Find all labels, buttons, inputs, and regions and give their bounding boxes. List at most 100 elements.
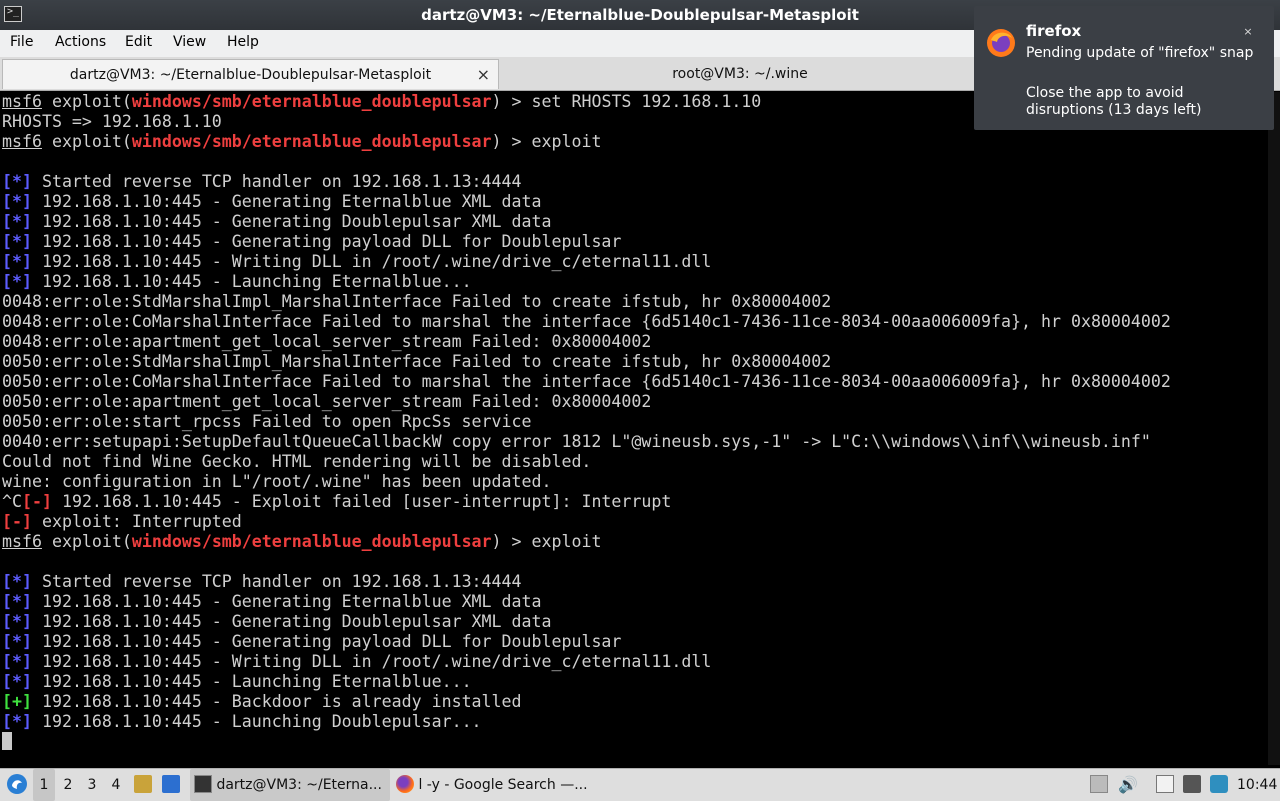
terminal-line: ^C[-] 192.168.1.10:445 - Exploit failed … <box>2 492 1270 512</box>
output-text: 192.168.1.10:445 - Backdoor is already i… <box>31 692 522 711</box>
output-text: 192.168.1.10:445 - Writing DLL in /root/… <box>31 652 712 671</box>
task-terminal[interactable]: dartz@VM3: ~/Eterna... <box>190 769 390 801</box>
terminal-line: 0048:err:ole:StdMarshalImpl_MarshalInter… <box>2 292 1270 312</box>
terminal-line: [*] 192.168.1.10:445 - Writing DLL in /r… <box>2 652 1270 672</box>
workspace-1[interactable]: 1 <box>33 769 55 801</box>
output-text: RHOSTS => 192.168.1.10 <box>2 112 222 131</box>
interrupt-marker: ^C <box>2 492 22 511</box>
output-text: Started reverse TCP handler on 192.168.1… <box>31 172 522 191</box>
update-notifier-icon[interactable] <box>1210 769 1228 801</box>
output-text: Started reverse TCP handler on 192.168.1… <box>31 572 522 591</box>
output-text: 0050:err:ole:apartment_get_local_server_… <box>2 392 652 411</box>
status-tag-info: [*] <box>2 652 32 671</box>
terminal-line: [*] 192.168.1.10:445 - Launching Doublep… <box>2 712 1270 732</box>
terminal-line: [*] 192.168.1.10:445 - Generating Double… <box>2 612 1270 632</box>
task-terminal-label: dartz@VM3: ~/Eterna... <box>216 777 382 793</box>
status-tag-info: [*] <box>2 172 32 191</box>
output-text: 0048:err:ole:CoMarshalInterface Failed t… <box>2 312 1171 331</box>
tab-label: dartz@VM3: ~/Eternalblue-Doublepulsar-Me… <box>69 67 432 83</box>
notification-popup[interactable]: firefox × Pending update of "firefox" sn… <box>974 6 1274 130</box>
terminal-line: [*] Started reverse TCP handler on 192.1… <box>2 172 1270 192</box>
prompt-prefix: msf6 <box>2 92 42 111</box>
terminal-cursor <box>2 732 12 750</box>
workspace-3[interactable]: 3 <box>81 769 103 801</box>
terminal-line: 0050:err:ole:StdMarshalImpl_MarshalInter… <box>2 352 1270 372</box>
output-text: 192.168.1.10:445 - Generating Doublepuls… <box>31 212 552 231</box>
terminal-line: 0040:err:setupapi:SetupDefaultQueueCallb… <box>2 432 1270 452</box>
prompt-module: windows/smb/eternalblue_doublepulsar <box>131 92 492 111</box>
terminal-line: [*] 192.168.1.10:445 - Generating payloa… <box>2 632 1270 652</box>
terminal-line: 0050:err:ole:CoMarshalInterface Failed t… <box>2 372 1270 392</box>
output-text: 192.168.1.10:445 - Launching Eternalblue… <box>31 672 472 691</box>
menu-edit[interactable]: Edit <box>125 34 152 50</box>
volume-icon[interactable]: 🔊 <box>1118 769 1138 801</box>
terminal-line: [*] 192.168.1.10:445 - Generating Eterna… <box>2 192 1270 212</box>
terminal-line: [*] 192.168.1.10:445 - Generating payloa… <box>2 232 1270 252</box>
status-tag-info: [*] <box>2 712 32 731</box>
network-icon[interactable] <box>1183 769 1201 801</box>
terminal-line: [*] 192.168.1.10:445 - Launching Eternal… <box>2 272 1270 292</box>
firefox-icon <box>396 774 414 793</box>
output-text: 0040:err:setupapi:SetupDefaultQueueCallb… <box>2 432 1151 451</box>
status-tag-info: [*] <box>2 272 32 291</box>
status-tag-info: [*] <box>2 232 32 251</box>
terminal-line: [*] Started reverse TCP handler on 192.1… <box>2 572 1270 592</box>
output-text: 192.168.1.10:445 - Launching Eternalblue… <box>31 272 472 291</box>
output-text: exploit: Interrupted <box>31 512 242 531</box>
terminal-line: [*] 192.168.1.10:445 - Launching Eternal… <box>2 672 1270 692</box>
taskbar: 1 2 3 4 dartz@VM3: ~/Eterna... l -y - Go… <box>0 768 1280 801</box>
terminal-line: [+] 192.168.1.10:445 - Backdoor is alrea… <box>2 692 1270 712</box>
clipboard-icon[interactable] <box>1156 769 1174 801</box>
tab-label: root@VM3: ~/.wine <box>672 66 808 82</box>
output-text: wine: configuration in L"/root/.wine" ha… <box>2 472 552 491</box>
output-text: 0050:err:ole:StdMarshalImpl_MarshalInter… <box>2 352 832 371</box>
status-tag-info: [*] <box>2 592 32 611</box>
prompt-command: exploit <box>531 132 602 151</box>
status-tag-error: [-] <box>2 512 32 531</box>
terminal-line: [*] 192.168.1.10:445 - Generating Eterna… <box>2 592 1270 612</box>
menu-help[interactable]: Help <box>227 34 259 50</box>
output-text: 192.168.1.10:445 - Generating payload DL… <box>31 232 622 251</box>
tab-root-wine[interactable]: root@VM3: ~/.wine <box>500 59 980 89</box>
workspace-2[interactable]: 2 <box>57 769 79 801</box>
terminal-icon <box>194 774 212 793</box>
notification-body: Close the app to avoid disruptions (13 d… <box>1026 85 1202 118</box>
eject-icon[interactable] <box>1090 769 1108 801</box>
terminal-line: 0048:err:ole:CoMarshalInterface Failed t… <box>2 312 1270 332</box>
task-firefox[interactable]: l -y - Google Search —... <box>392 769 592 801</box>
terminal-line: 0048:err:ole:apartment_get_local_server_… <box>2 332 1270 352</box>
status-tag-info: [*] <box>2 212 32 231</box>
workspace-4[interactable]: 4 <box>105 769 127 801</box>
file-manager-icon[interactable] <box>134 769 152 801</box>
task-firefox-label: l -y - Google Search —... <box>418 777 588 793</box>
terminal-output[interactable]: msf6 exploit(windows/smb/eternalblue_dou… <box>0 92 1270 765</box>
notification-app-name: firefox <box>1026 22 1082 40</box>
prompt-prefix: msf6 <box>2 132 42 151</box>
firefox-icon <box>987 29 1015 57</box>
terminal-line: 0050:err:ole:start_rpcss Failed to open … <box>2 412 1270 432</box>
output-text: Could not find Wine Gecko. HTML renderin… <box>2 452 592 471</box>
output-text: 0048:err:ole:apartment_get_local_server_… <box>2 332 652 351</box>
status-tag-info: [*] <box>2 192 32 211</box>
menu-file[interactable]: File <box>10 34 33 50</box>
terminal-scrollbar[interactable] <box>1268 92 1280 765</box>
output-text: 192.168.1.10:445 - Launching Doublepulsa… <box>31 712 482 731</box>
prompt-module: windows/smb/eternalblue_doublepulsar <box>131 132 492 151</box>
terminal-line: [*] 192.168.1.10:445 - Generating Double… <box>2 212 1270 232</box>
menu-view[interactable]: View <box>173 34 206 50</box>
menu-actions[interactable]: Actions <box>55 34 106 50</box>
output-text: 192.168.1.10:445 - Generating payload DL… <box>31 632 622 651</box>
tab-close-icon[interactable]: × <box>477 60 490 90</box>
output-text: 192.168.1.10:445 - Generating Eternalblu… <box>31 192 542 211</box>
start-menu-icon[interactable] <box>6 769 28 801</box>
status-tag-info: [*] <box>2 672 32 691</box>
terminal-line: [-] exploit: Interrupted <box>2 512 1270 532</box>
notification-close-icon[interactable]: × <box>1240 24 1256 40</box>
terminal-line: wine: configuration in L"/root/.wine" ha… <box>2 472 1270 492</box>
clock[interactable]: 10:44 <box>1237 769 1277 801</box>
show-desktop-icon[interactable] <box>162 769 180 801</box>
terminal-line <box>2 732 1270 752</box>
output-text: 192.168.1.10:445 - Writing DLL in /root/… <box>31 252 712 271</box>
tab-dartz-terminal[interactable]: dartz@VM3: ~/Eternalblue-Doublepulsar-Me… <box>2 59 499 89</box>
